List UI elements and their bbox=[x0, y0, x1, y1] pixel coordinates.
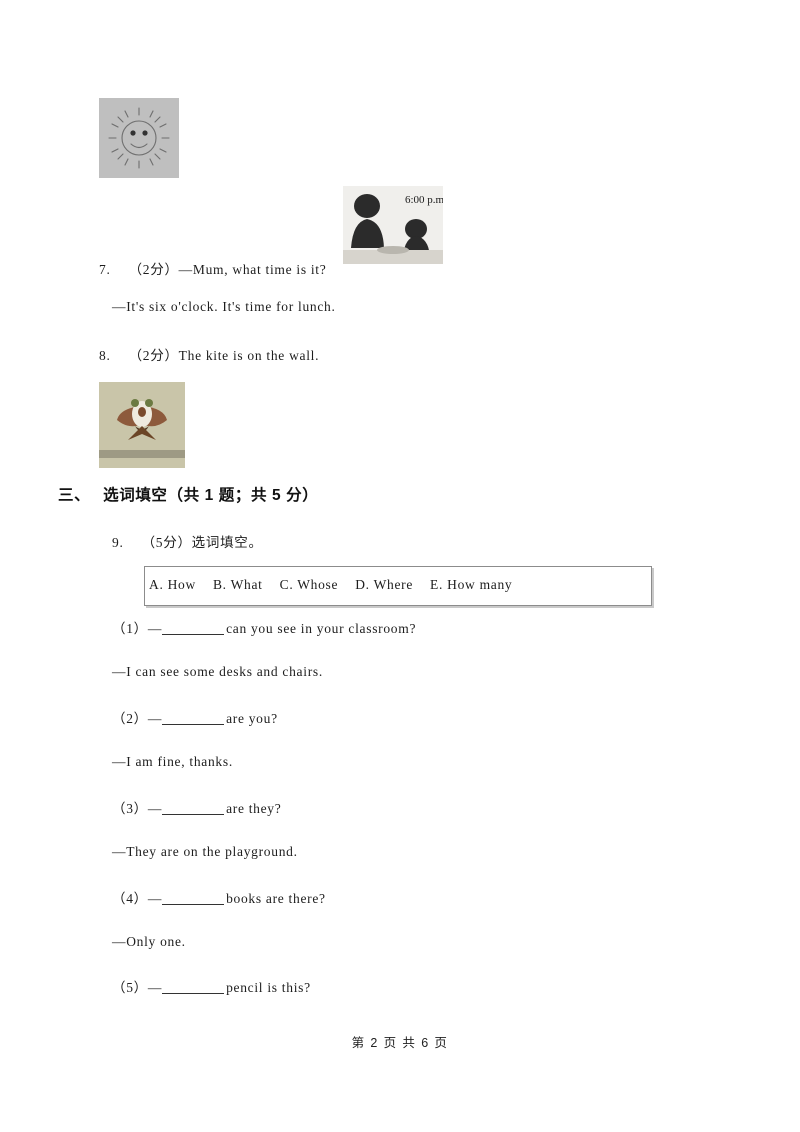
sub-answer-3: —They are on the playground. bbox=[112, 844, 298, 859]
sub-question-4-label: （4） bbox=[112, 891, 148, 906]
sub-question-1-label: （1） bbox=[112, 621, 148, 636]
dinner-clock-image: 6:00 p.m. bbox=[343, 186, 443, 264]
option-c: C. Whose bbox=[279, 577, 339, 592]
question-9: 9. （5分）选词填空。 bbox=[112, 531, 263, 551]
sub-question-1-dash: — bbox=[147, 621, 163, 636]
question-7: 7. （2分）—Mum, what time is it? bbox=[99, 258, 326, 278]
sub-question-4-dash: — bbox=[147, 891, 163, 906]
sub-question-2-text: are you? bbox=[226, 711, 278, 726]
kite-image bbox=[99, 382, 185, 468]
sub-answer-1: —I can see some desks and chairs. bbox=[112, 664, 323, 679]
sub-answer-4: —Only one. bbox=[112, 934, 186, 949]
sub-question-3-text: are they? bbox=[226, 801, 282, 816]
document-page: 6:00 p.m. 7. （2分）—Mum, what time is it? … bbox=[0, 0, 800, 1132]
option-e: E. How many bbox=[430, 577, 513, 592]
sub-question-4-text: books are there? bbox=[226, 891, 326, 906]
sub-question-3-dash: — bbox=[147, 801, 163, 816]
section-title: 选词填空 bbox=[103, 487, 168, 504]
question-9-prompt: 选词填空。 bbox=[191, 535, 263, 550]
sub-question-5-text: pencil is this? bbox=[226, 980, 311, 995]
sub-question-3-label: （3） bbox=[112, 801, 148, 816]
sub-question-1-blank[interactable] bbox=[162, 623, 225, 635]
sun-drawing-image bbox=[99, 98, 179, 178]
option-d: D. Where bbox=[355, 577, 414, 592]
sub-question-5-dash: — bbox=[147, 980, 163, 995]
question-7-text: —Mum, what time is it? bbox=[178, 262, 327, 277]
sub-question-3: （3）— are they? bbox=[112, 797, 281, 817]
question-8-number: 8. bbox=[99, 348, 111, 363]
svg-text:6:00 p.m.: 6:00 p.m. bbox=[405, 194, 443, 206]
word-bank-box: A. How B. What C. Whose D. Where E. How many bbox=[144, 566, 652, 606]
question-8: 8. （2分）The kite is on the wall. bbox=[99, 344, 319, 364]
section-meta: （共 1 题；共 5 分） bbox=[167, 487, 319, 504]
section-heading: 三、 选词填空（共 1 题；共 5 分） bbox=[58, 483, 318, 505]
sub-question-2: （2）— are you? bbox=[112, 707, 278, 727]
sub-question-1: （1）— can you see in your classroom? bbox=[112, 617, 416, 637]
word-bank-options: A. How B. What C. Whose D. Where E. How many bbox=[149, 577, 529, 593]
question-8-text: The kite is on the wall. bbox=[178, 348, 320, 363]
option-b: B. What bbox=[212, 577, 263, 592]
sub-question-4-blank[interactable] bbox=[162, 893, 225, 905]
question-7-number: 7. bbox=[99, 262, 111, 277]
sub-question-5-label: （5） bbox=[112, 980, 148, 995]
sub-question-5-blank[interactable] bbox=[162, 982, 225, 994]
option-a: A. How bbox=[149, 577, 196, 592]
question-7-answer: —It's six o'clock. It's time for lunch. bbox=[112, 299, 336, 314]
question-8-score: （2分） bbox=[128, 348, 179, 363]
section-index: 三、 bbox=[58, 487, 91, 504]
question-9-score: （5分） bbox=[141, 535, 192, 550]
page-footer: 第 2 页 共 6 页 bbox=[351, 1036, 449, 1050]
sub-answer-2: —I am fine, thanks. bbox=[112, 754, 233, 769]
sub-question-2-dash: — bbox=[147, 711, 163, 726]
sub-question-4: （4）— books are there? bbox=[112, 887, 326, 907]
question-9-number: 9. bbox=[112, 535, 124, 550]
question-7-score: （2分） bbox=[128, 262, 179, 277]
sub-question-5: （5）— pencil is this? bbox=[112, 976, 311, 996]
sub-question-2-blank[interactable] bbox=[162, 713, 225, 725]
sub-question-2-label: （2） bbox=[112, 711, 148, 726]
sub-question-3-blank[interactable] bbox=[162, 803, 225, 815]
sub-question-1-text: can you see in your classroom? bbox=[226, 621, 417, 636]
